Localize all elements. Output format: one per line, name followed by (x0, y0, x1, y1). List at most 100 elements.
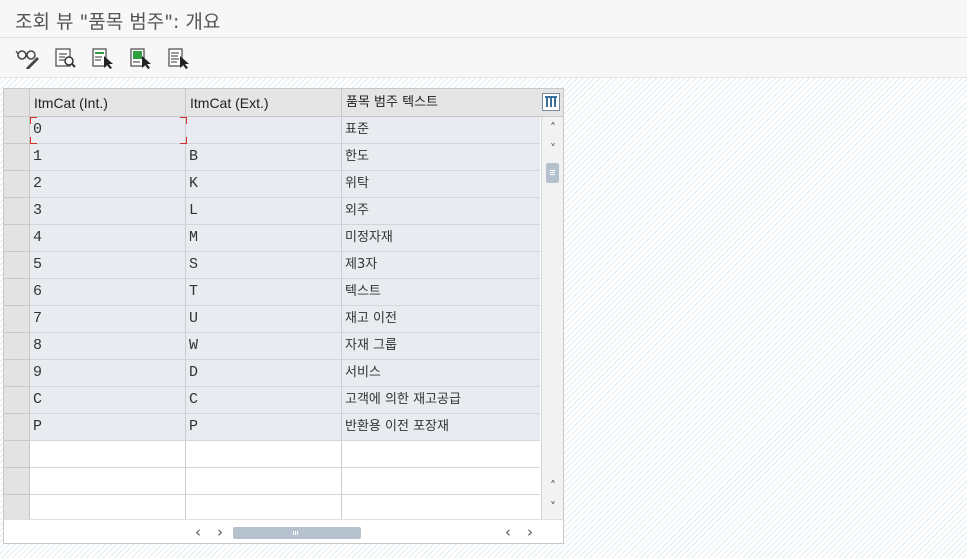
cell-ext[interactable]: P (186, 414, 342, 440)
glasses-pencil-icon[interactable] (15, 46, 41, 70)
row-selector[interactable] (4, 171, 30, 198)
table-row[interactable]: 6 T 텍스트 (30, 279, 540, 306)
cell-ext[interactable]: L (186, 198, 342, 224)
cell-int[interactable]: P (30, 414, 186, 440)
cell-ext (186, 468, 342, 494)
row-selector[interactable] (4, 198, 30, 225)
cell-int[interactable]: 0 (30, 117, 186, 143)
table-row[interactable]: 9 D 서비스 (30, 360, 540, 387)
row-selector[interactable] (4, 117, 30, 144)
cell-text[interactable]: 미정자재 (342, 225, 540, 251)
scroll-right-button[interactable]: › (210, 523, 230, 541)
scroll-page-down-button[interactable]: ˅ (543, 498, 563, 516)
table-row[interactable] (30, 495, 540, 519)
select-all-icon[interactable] (90, 46, 116, 70)
scroll-down-button[interactable]: ˅ (543, 140, 563, 158)
cell-int (30, 441, 186, 467)
select-all-rows-cell[interactable] (4, 89, 30, 117)
table-row[interactable]: 3 L 외주 (30, 198, 540, 225)
row-selector[interactable] (4, 144, 30, 171)
row-selector[interactable] (4, 441, 30, 468)
row-selector[interactable] (4, 414, 30, 441)
table-row[interactable] (30, 468, 540, 495)
horizontal-scrollbar[interactable]: ‹ › ‹ › (4, 519, 563, 543)
cell-int[interactable]: 9 (30, 360, 186, 386)
row-selector-column (4, 89, 30, 522)
cell-text[interactable]: 서비스 (342, 360, 540, 386)
table-row[interactable]: 1 B 한도 (30, 144, 540, 171)
table-header: ItmCat (Int.) ItmCat (Ext.) 품목 범주 텍스트 (30, 89, 563, 117)
cell-text[interactable]: 재고 이전 (342, 306, 540, 332)
vertical-scroll-thumb[interactable] (546, 163, 559, 183)
cell-int[interactable]: 7 (30, 306, 186, 332)
scroll-page-up-button[interactable]: ˄ (543, 477, 563, 495)
table-control: ItmCat (Int.) ItmCat (Ext.) 품목 범주 텍스트 0 표… (3, 88, 564, 544)
cell-text[interactable]: 한도 (342, 144, 540, 170)
cell-text (342, 495, 540, 519)
cell-ext (186, 495, 342, 519)
cell-focus-marker (30, 117, 37, 124)
cell-int[interactable]: 1 (30, 144, 186, 170)
table-body: 0 표준 1 B 한도 2 K 위탁 3 L 외주 4 M 미정자재 5 S 제3자 6 T 텍스트 7 U 재고 이전 8 W… (30, 117, 540, 519)
column-settings-icon[interactable] (542, 93, 560, 111)
table-row[interactable]: 7 U 재고 이전 (30, 306, 540, 333)
cell-ext[interactable]: M (186, 225, 342, 251)
table-row[interactable]: 8 W 자재 그룹 (30, 333, 540, 360)
table-row[interactable]: P P 반환용 이전 포장재 (30, 414, 540, 441)
table-row[interactable] (30, 441, 540, 468)
row-selector[interactable] (4, 360, 30, 387)
column-header-item-category-text[interactable]: 품목 범주 텍스트 (342, 89, 540, 117)
cell-text[interactable]: 외주 (342, 198, 540, 224)
cell-ext[interactable] (186, 117, 342, 143)
scroll-left-button[interactable]: ‹ (188, 523, 208, 541)
select-block-icon[interactable] (128, 46, 154, 70)
cell-ext[interactable]: W (186, 333, 342, 359)
cell-ext[interactable]: T (186, 279, 342, 305)
column-header-itmcat-ext[interactable]: ItmCat (Ext.) (186, 89, 342, 117)
row-selector[interactable] (4, 225, 30, 252)
row-selector[interactable] (4, 387, 30, 414)
table-row[interactable]: 2 K 위탁 (30, 171, 540, 198)
cell-ext[interactable]: U (186, 306, 342, 332)
cell-text[interactable]: 자재 그룹 (342, 333, 540, 359)
cell-int[interactable]: 3 (30, 198, 186, 224)
display-details-icon[interactable] (53, 46, 79, 70)
cell-focus-marker (180, 137, 187, 144)
cell-text[interactable]: 위탁 (342, 171, 540, 197)
cell-int[interactable]: 6 (30, 279, 186, 305)
table-row[interactable]: C C 고객에 의한 재고공급 (30, 387, 540, 414)
cell-int[interactable]: 2 (30, 171, 186, 197)
scroll-up-button[interactable]: ˄ (543, 119, 563, 137)
row-selector[interactable] (4, 468, 30, 495)
cell-text[interactable]: 텍스트 (342, 279, 540, 305)
cell-int[interactable]: C (30, 387, 186, 413)
horizontal-scroll-thumb[interactable] (233, 527, 361, 539)
table-row[interactable]: 5 S 제3자 (30, 252, 540, 279)
cell-text[interactable]: 반환용 이전 포장재 (342, 414, 540, 440)
row-selector[interactable] (4, 306, 30, 333)
cell-ext[interactable]: C (186, 387, 342, 413)
vertical-scrollbar[interactable]: ˄ ˅ ˄ ˅ (541, 117, 563, 519)
cell-text[interactable]: 고객에 의한 재고공급 (342, 387, 540, 413)
row-selector[interactable] (4, 495, 30, 522)
cell-ext[interactable]: K (186, 171, 342, 197)
cell-ext[interactable]: D (186, 360, 342, 386)
cell-ext[interactable]: S (186, 252, 342, 278)
row-selector[interactable] (4, 252, 30, 279)
deselect-all-icon[interactable] (166, 46, 192, 70)
row-selector[interactable] (4, 279, 30, 306)
cell-ext[interactable]: B (186, 144, 342, 170)
cell-text[interactable]: 제3자 (342, 252, 540, 278)
cell-int[interactable]: 4 (30, 225, 186, 251)
table-row[interactable]: 4 M 미정자재 (30, 225, 540, 252)
scroll-columns-left-button[interactable]: ‹ (498, 523, 518, 541)
row-selector[interactable] (4, 333, 30, 360)
cell-int[interactable]: 5 (30, 252, 186, 278)
cell-focus-marker (180, 117, 187, 124)
column-header-itmcat-int[interactable]: ItmCat (Int.) (30, 89, 186, 117)
cell-text[interactable]: 표준 (342, 117, 540, 143)
cell-int[interactable]: 8 (30, 333, 186, 359)
table-row[interactable]: 0 표준 (30, 117, 540, 144)
scroll-columns-right-button[interactable]: › (520, 523, 540, 541)
title-bar: 조회 뷰 "품목 범주": 개요 (0, 0, 967, 38)
